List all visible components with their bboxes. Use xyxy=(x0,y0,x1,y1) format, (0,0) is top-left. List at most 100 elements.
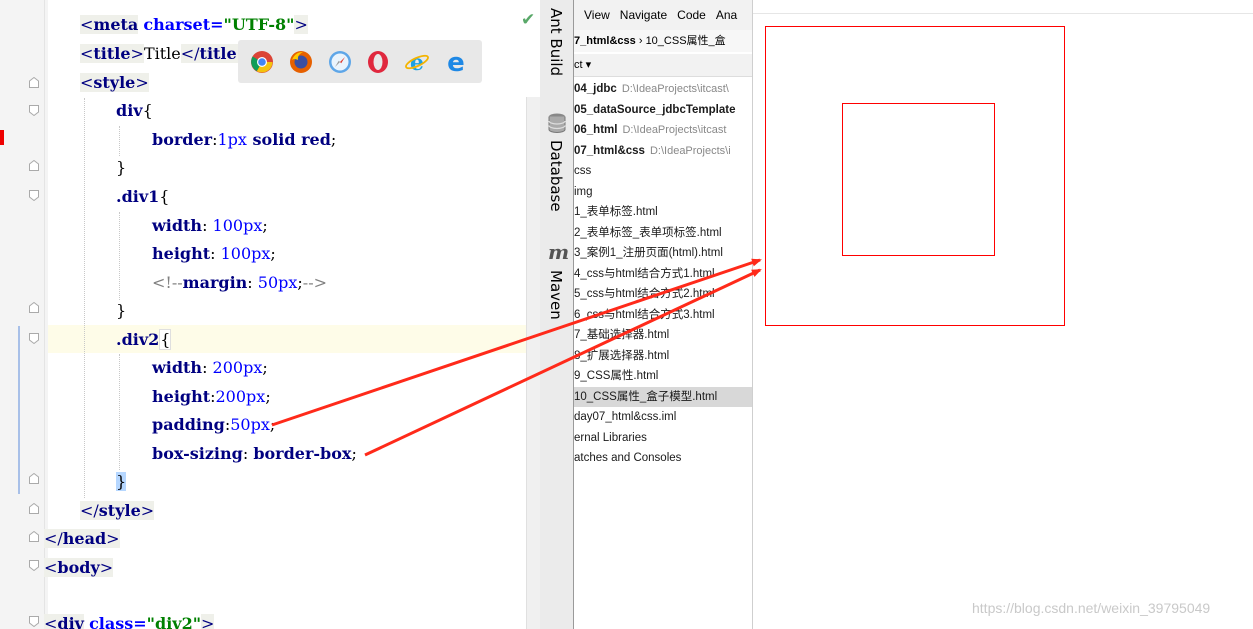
fold-icon[interactable] xyxy=(29,503,39,514)
fold-icon[interactable] xyxy=(29,302,39,313)
edge-icon[interactable]: e xyxy=(443,49,468,74)
code-line[interactable]: .div2{ xyxy=(116,326,172,354)
tree-item[interactable]: 2_表单标签_表单项标签.html xyxy=(574,223,752,243)
breadcrumb-item[interactable]: 7_html&css xyxy=(574,35,636,47)
tree-item[interactable]: 7_基础选择器.html xyxy=(574,325,752,345)
code-token: : xyxy=(202,358,213,377)
tree-item[interactable]: css xyxy=(574,161,752,181)
code-line[interactable]: height: 100px; xyxy=(152,240,276,268)
tree-item[interactable]: ernal Libraries xyxy=(574,428,752,448)
fold-icon[interactable] xyxy=(29,531,39,542)
code-token: height xyxy=(152,387,211,406)
code-line[interactable]: <div class="div2"> xyxy=(44,610,215,629)
code-token: : xyxy=(210,244,221,263)
code-line[interactable]: width: 200px; xyxy=(152,354,268,382)
code-line[interactable]: </style> xyxy=(80,497,155,525)
code-token: ; xyxy=(270,244,276,263)
code-line[interactable]: <style> xyxy=(80,69,149,97)
tree-item[interactable]: 4_css与html结合方式1.html xyxy=(574,264,752,284)
tab-database[interactable]: Database xyxy=(547,140,565,212)
tree-item-label: 04_jdbc xyxy=(574,83,617,95)
code-line[interactable]: } xyxy=(116,154,126,182)
code-token: box-sizing xyxy=(152,444,243,463)
code-token: > xyxy=(201,614,215,629)
firefox-icon[interactable] xyxy=(289,49,314,74)
code-token: width xyxy=(152,216,203,235)
code-token: { xyxy=(159,187,170,206)
fold-icon[interactable] xyxy=(29,105,39,116)
fold-icon[interactable] xyxy=(29,560,39,571)
code-line[interactable]: <title>Title</title> xyxy=(80,40,251,68)
tree-item[interactable]: 04_jdbc D:\IdeaProjects\itcast\ xyxy=(574,79,752,99)
menu-navigate[interactable]: Navigate xyxy=(620,8,667,22)
fold-icon[interactable] xyxy=(29,616,39,627)
maven-icon: m xyxy=(548,240,570,264)
code-line[interactable]: height:200px; xyxy=(152,383,271,411)
code-token: = xyxy=(133,614,147,629)
project-view-selector[interactable]: ct ▾ xyxy=(574,54,752,77)
code-line[interactable]: box-sizing: border-box; xyxy=(152,440,357,468)
opera-icon[interactable] xyxy=(366,49,391,74)
code-line[interactable]: padding:50px; xyxy=(152,411,275,439)
fold-icon[interactable] xyxy=(29,160,39,171)
fold-icon[interactable] xyxy=(29,190,39,201)
tree-item-label: css xyxy=(574,165,592,177)
menu-analyze[interactable]: Ana xyxy=(716,8,737,22)
tree-item[interactable]: 05_dataSource_jdbcTemplate xyxy=(574,100,752,120)
code-line[interactable]: div{ xyxy=(116,97,153,125)
menu-view[interactable]: View xyxy=(584,8,610,22)
tree-item[interactable]: 07_html&css D:\IdeaProjects\i xyxy=(574,141,752,161)
div2-content-box xyxy=(842,103,995,256)
svg-text:e: e xyxy=(410,50,424,74)
code-token: = xyxy=(210,15,224,34)
tab-ant-build[interactable]: Ant Build xyxy=(547,8,565,76)
checkmark-icon[interactable]: ✔ xyxy=(521,10,535,30)
project-view-label: ct ▾ xyxy=(574,59,592,71)
tab-maven[interactable]: Maven xyxy=(547,270,565,320)
code-line[interactable]: <!--margin: 50px;--> xyxy=(152,269,327,297)
code-token: solid red xyxy=(246,130,331,149)
tree-item-label: 1_表单标签.html xyxy=(574,206,658,218)
tree-item-label: 5_css与html结合方式2.html xyxy=(574,288,715,300)
code-line[interactable]: } xyxy=(116,468,127,496)
code-line[interactable]: border:1px solid red; xyxy=(152,126,336,154)
tree-item[interactable]: 8_扩展选择器.html xyxy=(574,346,752,366)
code-line[interactable]: <body> xyxy=(44,554,114,582)
ie-icon[interactable]: e xyxy=(405,49,430,74)
editor-gutter[interactable] xyxy=(0,0,48,629)
code-token: Title xyxy=(143,44,181,63)
chrome-icon[interactable] xyxy=(250,49,275,74)
editor-scrollbar[interactable] xyxy=(526,97,540,629)
tree-item[interactable]: 9_CSS属性.html xyxy=(574,366,752,386)
fold-icon[interactable] xyxy=(29,77,39,88)
code-line[interactable]: .div1{ xyxy=(116,183,169,211)
tree-item[interactable]: 6_css与html结合方式3.html xyxy=(574,305,752,325)
tree-item[interactable]: 5_css与html结合方式2.html xyxy=(574,284,752,304)
breakpoint-marker[interactable] xyxy=(0,130,4,145)
code-token: "div2" xyxy=(146,614,202,629)
code-line[interactable]: <meta charset="UTF-8"> xyxy=(80,11,308,39)
tree-item-label: 06_html xyxy=(574,124,618,136)
fold-icon[interactable] xyxy=(29,473,39,484)
code-token: "UTF-8" xyxy=(223,15,295,34)
breadcrumb-item[interactable]: 10_CSS属性_盒 xyxy=(646,35,726,47)
fold-icon[interactable] xyxy=(29,333,39,344)
tree-item[interactable]: atches and Consoles xyxy=(574,448,752,468)
project-panel: View Navigate Code Ana 7_html&css › 10_CSS属… xyxy=(574,0,753,629)
tree-item[interactable]: day07_html&css.iml xyxy=(574,407,752,427)
tree-item[interactable]: 3_案例1_注册页面(html).html xyxy=(574,243,752,263)
code-token: style xyxy=(93,73,136,92)
code-line[interactable]: } xyxy=(116,297,126,325)
code-line[interactable]: </head> xyxy=(44,525,120,553)
code-token: div xyxy=(57,614,84,629)
code-token: < xyxy=(80,73,94,92)
tree-item-label: atches and Consoles xyxy=(574,452,682,464)
tree-item[interactable]: 06_html D:\IdeaProjects\itcast xyxy=(574,120,752,140)
tree-item[interactable]: 10_CSS属性_盒子模型.html xyxy=(574,387,752,407)
code-editor[interactable]: <meta charset="UTF-8"> <title>Title</tit… xyxy=(0,0,540,629)
tree-item[interactable]: img xyxy=(574,182,752,202)
tree-item[interactable]: 1_表单标签.html xyxy=(574,202,752,222)
menu-code[interactable]: Code xyxy=(677,8,706,22)
safari-icon[interactable] xyxy=(327,49,352,74)
code-line[interactable]: width: 100px; xyxy=(152,212,268,240)
